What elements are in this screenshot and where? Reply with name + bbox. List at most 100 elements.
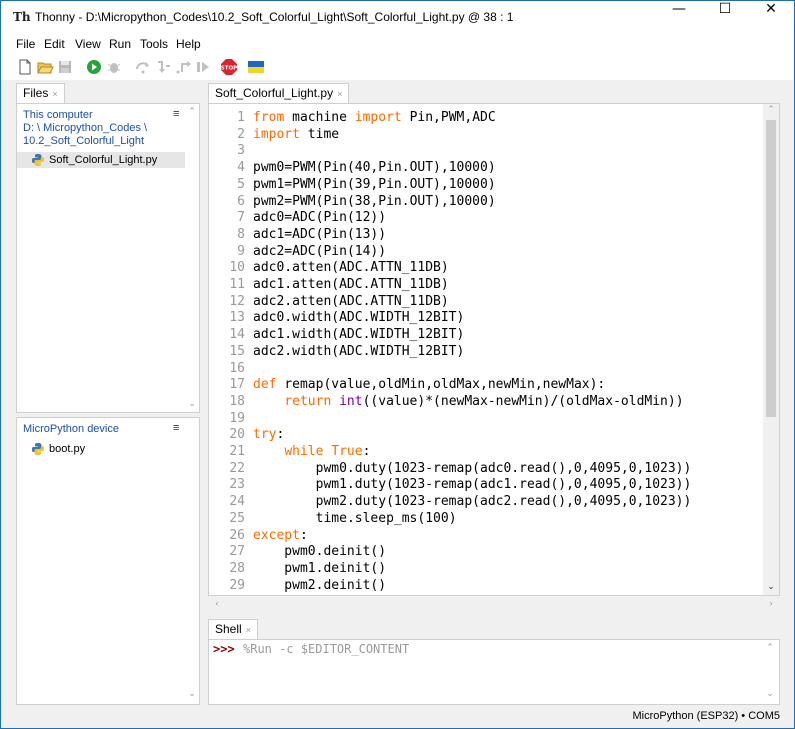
scroll-up-arrow[interactable]: ⌃ xyxy=(764,104,778,115)
line-number: 4 xyxy=(237,160,245,176)
scroll-down-arrow[interactable]: ⌄ xyxy=(185,398,199,409)
code-line[interactable]: time.sleep_ms(100) xyxy=(253,511,457,528)
code-line[interactable]: except: xyxy=(253,528,308,545)
resume-icon[interactable] xyxy=(194,58,212,76)
shell-tabbar: Shell × xyxy=(208,617,780,639)
open-file-icon[interactable] xyxy=(36,58,54,76)
code-line[interactable]: while True: xyxy=(253,444,370,461)
line-number: 16 xyxy=(229,360,245,376)
file-item-soft-colorful-light[interactable]: Soft_Colorful_Light.py xyxy=(17,152,185,168)
line-number: 13 xyxy=(229,310,245,326)
debug-icon[interactable] xyxy=(105,58,123,76)
tab-files-label: Files xyxy=(23,86,49,100)
panel-menu-icon[interactable]: ≡ xyxy=(173,108,179,120)
file-item-boot[interactable]: boot.py xyxy=(17,441,185,457)
menu-help[interactable]: Help xyxy=(176,37,201,51)
shell-console[interactable]: >>> %Run -c $EDITOR_CONTENT ⌃ ⌄ xyxy=(208,639,780,705)
code-line[interactable]: pwm0.deinit() xyxy=(253,544,386,561)
code-line[interactable]: adc1.width(ADC.WIDTH_12BIT) xyxy=(253,327,464,344)
scroll-up-arrow[interactable]: ⌃ xyxy=(763,642,777,653)
tab-shell[interactable]: Shell × xyxy=(208,619,258,639)
shell-command: %Run -c $EDITOR_CONTENT xyxy=(243,642,410,656)
code-line[interactable]: adc0.atten(ADC.ATTN_11DB) xyxy=(253,260,449,277)
this-computer-panel: This computer D: \ Micropython_Codes \ 1… xyxy=(16,103,200,413)
path-line-1[interactable]: D: \ Micropython_Codes \ xyxy=(23,122,147,135)
code-line[interactable]: adc2.width(ADC.WIDTH_12BIT) xyxy=(253,344,464,361)
scroll-down-arrow[interactable]: ⌄ xyxy=(763,688,777,699)
scrollbar-thumb[interactable] xyxy=(766,120,776,417)
close-icon[interactable]: × xyxy=(52,89,57,99)
menu-tools[interactable]: Tools xyxy=(140,37,168,51)
scroll-down-arrow[interactable]: ⌄ xyxy=(185,688,199,699)
ukraine-flag-icon[interactable] xyxy=(247,58,265,76)
code-line[interactable]: from machine import Pin,PWM,ADC xyxy=(253,110,496,127)
scroll-down-arrow[interactable]: ⌄ xyxy=(764,581,778,592)
code-line[interactable]: pwm1.deinit() xyxy=(253,561,386,578)
close-icon[interactable]: × xyxy=(246,625,251,635)
code-line[interactable]: adc0=ADC(Pin(12)) xyxy=(253,210,386,227)
code-line[interactable]: adc2.atten(ADC.ATTN_11DB) xyxy=(253,294,449,311)
code-line[interactable]: adc1.atten(ADC.ATTN_11DB) xyxy=(253,277,449,294)
run-icon[interactable] xyxy=(85,58,103,76)
this-computer-title[interactable]: This computer xyxy=(23,109,93,122)
interpreter-status[interactable]: MicroPython (ESP32) • COM5 xyxy=(632,710,780,722)
code-line[interactable]: adc0.width(ADC.WIDTH_12BIT) xyxy=(253,310,464,327)
step-out-icon[interactable] xyxy=(174,58,192,76)
python-file-icon xyxy=(31,442,45,456)
line-number: 28 xyxy=(229,560,245,576)
editor-tabbar: Soft_Colorful_Light.py × xyxy=(208,81,780,103)
scroll-right-arrow[interactable]: › xyxy=(764,598,778,608)
toolbar: STOP xyxy=(1,54,794,80)
code-line[interactable]: adc2=ADC(Pin(14)) xyxy=(253,244,386,261)
close-button[interactable]: ✕ xyxy=(748,1,794,32)
code-line[interactable]: return int((value)*(newMax-newMin)/(oldM… xyxy=(253,394,683,411)
code-editor[interactable]: 1 2 3 4 5 6 7 8 9 10 11 12 13 14 15 16 17 18 19 20 21 22 23 24 2… xyxy=(208,103,780,596)
menu-run[interactable]: Run xyxy=(109,37,131,51)
line-number: 8 xyxy=(237,226,245,242)
line-number: 1 xyxy=(237,110,245,125)
maximize-button[interactable]: ☐ xyxy=(702,1,748,32)
code-line[interactable]: pwm0.duty(1023-remap(adc0.read(),0,4095,… xyxy=(253,461,692,478)
minimize-button[interactable]: — xyxy=(656,1,702,32)
line-number: 10 xyxy=(229,260,245,276)
tab-files[interactable]: Files × xyxy=(16,83,65,103)
code-line[interactable]: def remap(value,oldMin,oldMax,newMin,new… xyxy=(253,377,605,394)
close-icon[interactable]: × xyxy=(337,89,342,99)
code-line[interactable]: pwm1.duty(1023-remap(adc1.read(),0,4095,… xyxy=(253,477,692,494)
menu-file[interactable]: File xyxy=(16,37,35,51)
code-line[interactable]: pwm2.deinit() xyxy=(253,578,386,595)
tab-soft-colorful-light[interactable]: Soft_Colorful_Light.py × xyxy=(208,83,350,103)
path-line-2[interactable]: 10.2_Soft_Colorful_Light xyxy=(23,135,144,148)
editor-tab-label: Soft_Colorful_Light.py xyxy=(215,86,334,100)
code-line[interactable]: adc1=ADC(Pin(13)) xyxy=(253,227,386,244)
line-number: 15 xyxy=(229,343,245,359)
thonny-window: Th Thonny - D:\Micropython_Codes\10.2_So… xyxy=(0,0,795,729)
scroll-left-arrow[interactable]: ‹ xyxy=(210,598,224,608)
code-line[interactable]: pwm1=PWM(Pin(39,Pin.OUT),10000) xyxy=(253,177,496,194)
step-over-icon[interactable] xyxy=(134,58,152,76)
device-title[interactable]: MicroPython device xyxy=(23,423,119,436)
editor-horizontal-scrollbar[interactable]: ‹ › xyxy=(208,596,780,612)
menu-view[interactable]: View xyxy=(75,37,101,51)
panel-menu-icon[interactable]: ≡ xyxy=(173,422,179,434)
title-bar: Th Thonny - D:\Micropython_Codes\10.2_So… xyxy=(1,1,794,32)
new-file-icon[interactable] xyxy=(16,58,34,76)
menu-edit[interactable]: Edit xyxy=(44,37,65,51)
code-line[interactable]: pwm0=PWM(Pin(40,Pin.OUT),10000) xyxy=(253,160,496,177)
save-file-icon[interactable] xyxy=(56,58,74,76)
code-line[interactable]: pwm2.duty(1023-remap(adc2.read(),0,4095,… xyxy=(253,494,692,511)
line-number: 21 xyxy=(229,444,245,459)
step-into-icon[interactable] xyxy=(154,58,172,76)
files-tabbar: Files × xyxy=(16,81,202,103)
code-line[interactable]: try: xyxy=(253,427,284,444)
line-number: 19 xyxy=(229,410,245,426)
code-area[interactable]: from machine import Pin,PWM,ADC import ti… xyxy=(253,104,763,595)
scroll-up-arrow[interactable]: ⌃ xyxy=(185,106,199,117)
stop-icon[interactable]: STOP xyxy=(220,58,238,76)
python-file-icon xyxy=(31,153,45,167)
line-number: 17 xyxy=(229,377,245,393)
code-line[interactable]: pwm2=PWM(Pin(38,Pin.OUT),10000) xyxy=(253,194,496,211)
code-line[interactable]: import time xyxy=(253,127,339,144)
editor-vertical-scrollbar[interactable]: ⌃ ⌄ xyxy=(763,104,779,595)
line-number: 25 xyxy=(229,510,245,526)
